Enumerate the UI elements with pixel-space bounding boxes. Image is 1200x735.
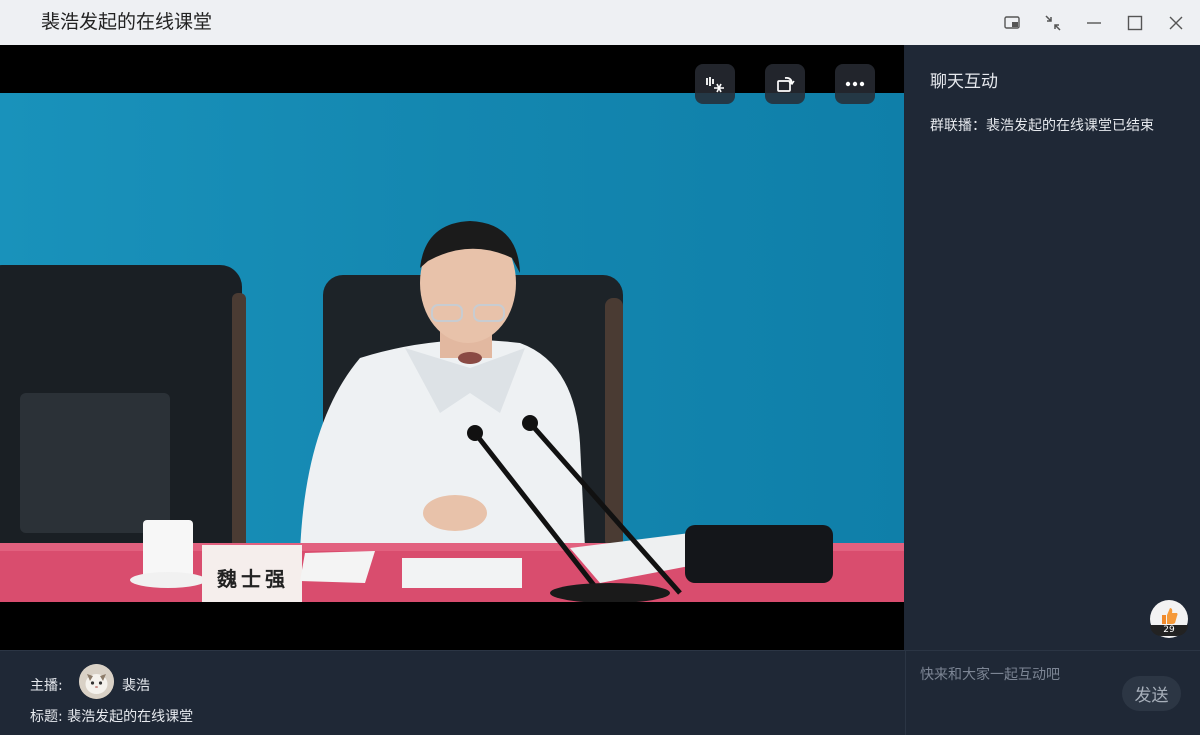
send-button[interactable]: 发送	[1122, 676, 1181, 711]
video-frame: 魏士强	[0, 93, 904, 602]
chat-input[interactable]	[920, 661, 1120, 689]
video-player[interactable]: 魏士强	[0, 45, 904, 650]
subject-value: 裴浩发起的在线课堂	[67, 709, 194, 725]
rotate-icon	[777, 77, 795, 92]
maximize-icon	[1127, 15, 1143, 31]
window-title: 裴浩发起的在线课堂	[41, 11, 213, 33]
like-button[interactable]: 29	[1150, 600, 1188, 638]
stream-info: 主播: 裴浩 标题: 裴浩发起的在线课堂	[0, 650, 905, 735]
collapse-icon	[1045, 15, 1061, 31]
nameplate-text: 魏士强	[217, 567, 289, 591]
chat-panel: 聊天互动 群联播：裴浩发起的在线课堂已结束 29	[905, 45, 1200, 650]
title-bar: 裴浩发起的在线课堂	[0, 0, 1200, 45]
thumbs-up-icon	[1162, 608, 1178, 624]
video-scene-illustration	[0, 93, 904, 602]
avatar-image	[79, 664, 114, 699]
host-name: 裴浩	[122, 678, 150, 694]
host-label: 主播:	[30, 678, 63, 694]
collapse-button[interactable]	[1039, 9, 1067, 37]
subtitle-icon	[706, 77, 724, 93]
close-button[interactable]	[1162, 9, 1190, 37]
subject-label: 标题:	[30, 709, 63, 725]
more-button[interactable]	[835, 64, 875, 104]
pip-icon	[1004, 16, 1020, 29]
maximize-button[interactable]	[1121, 9, 1149, 37]
subtitle-button[interactable]	[695, 64, 735, 104]
pip-button[interactable]	[998, 9, 1026, 37]
avatar[interactable]	[79, 664, 114, 699]
minimize-button[interactable]	[1080, 9, 1108, 37]
close-icon	[1169, 16, 1183, 30]
more-icon	[845, 81, 865, 87]
rotate-button[interactable]	[765, 64, 805, 104]
minimize-icon	[1087, 22, 1101, 24]
chat-input-area: 发送	[905, 650, 1200, 735]
chat-message: 群联播：裴浩发起的在线课堂已结束	[930, 118, 1154, 134]
like-count: 29	[1150, 625, 1188, 636]
subject-line: 标题: 裴浩发起的在线课堂	[30, 706, 193, 726]
chat-title: 聊天互动	[930, 72, 998, 92]
